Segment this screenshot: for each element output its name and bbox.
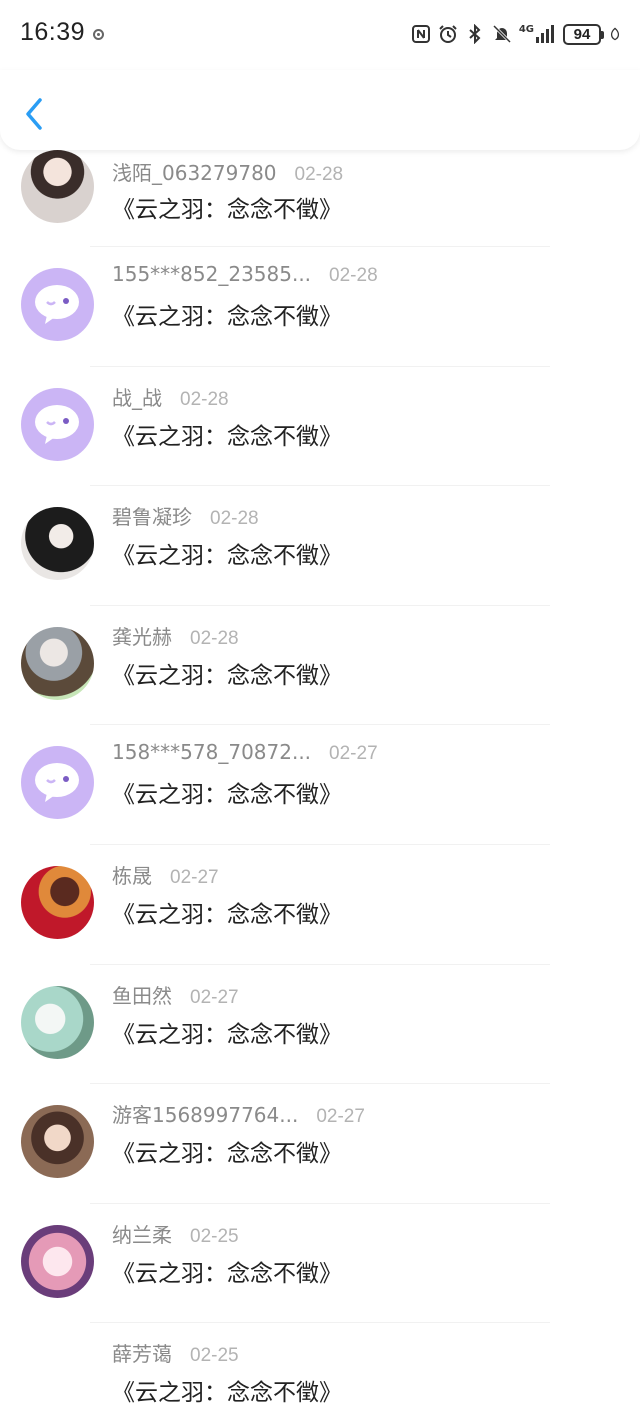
battery-level: 94 — [573, 25, 591, 43]
chat-bubble-icon — [35, 404, 79, 444]
mute-bell-icon — [492, 24, 511, 44]
avatar — [21, 865, 94, 939]
item-title: 《云之羽：念念不徵》 — [112, 1260, 342, 1287]
item-title: 《云之羽：念念不徵》 — [112, 662, 342, 689]
list-item[interactable]: 龚光赫 02-28 《云之羽：念念不徵》 — [0, 606, 640, 726]
user-list: 浅陌_063279780 02-28 《云之羽：念念不徵》 155***852_… — [0, 150, 640, 1423]
item-meta: 栋晟 02-27 — [112, 860, 219, 889]
item-title: 《云之羽：念念不徵》 — [112, 197, 342, 223]
list-item[interactable]: 薛芳蔼 02-25 《云之羽：念念不徵》 — [0, 1323, 640, 1423]
user-name: 155***852_23585... — [112, 262, 312, 286]
user-name: 战_战 — [112, 385, 162, 410]
item-meta: 碧鲁凝珍 02-28 — [112, 501, 259, 530]
signal-icon — [536, 25, 554, 43]
item-meta: 鱼田然 02-27 — [112, 980, 239, 1009]
user-name: 栋晟 — [112, 863, 152, 888]
item-title: 《云之羽：念念不徵》 — [112, 1021, 342, 1048]
battery-indicator: 94 — [563, 23, 604, 45]
status-bar: 16:39 4G 94 — [0, 0, 640, 70]
item-date: 02-28 — [329, 265, 378, 286]
chat-bubble-icon — [35, 763, 79, 803]
item-date: 02-28 — [190, 627, 239, 649]
status-icons: 4G 94 — [411, 20, 622, 48]
item-meta: 纳兰柔 02-25 — [112, 1219, 239, 1248]
default-avatar — [21, 268, 94, 341]
location-indicator-icon — [93, 29, 104, 40]
list-item[interactable]: 战_战 02-28 《云之羽：念念不徵》 — [0, 367, 640, 487]
item-title: 《云之羽：念念不徵》 — [112, 1380, 342, 1407]
list-item[interactable]: 155***852_23585... 02-28 《云之羽：念念不徵》 — [0, 247, 640, 367]
back-arrow-icon[interactable] — [20, 94, 50, 134]
list-item[interactable]: 碧鲁凝珍 02-28 《云之羽：念念不徵》 — [0, 486, 640, 606]
top-nav-bar — [0, 70, 640, 150]
nfc-icon — [411, 25, 430, 43]
item-title: 《云之羽：念念不徵》 — [112, 901, 342, 928]
item-date: 02-27 — [170, 866, 219, 888]
list-item[interactable]: 158***578_70872... 02-27 《云之羽：念念不徵》 — [0, 725, 640, 845]
item-meta: 游客1568997764... 02-27 — [112, 1099, 365, 1128]
avatar — [21, 507, 94, 581]
item-meta: 浅陌_063279780 02-28 — [112, 157, 343, 186]
item-date: 02-25 — [190, 1225, 239, 1247]
user-name: 龚光赫 — [112, 624, 172, 649]
user-name: 游客1568997764... — [112, 1103, 299, 1128]
item-title: 《云之羽：念念不徵》 — [112, 782, 342, 809]
list-item[interactable]: 浅陌_063279780 02-28 《云之羽：念念不徵》 — [0, 150, 640, 247]
item-date: 02-27 — [329, 743, 378, 765]
user-name: 碧鲁凝珍 — [112, 505, 192, 530]
signal-group: 4G — [519, 25, 556, 43]
avatar — [21, 1224, 94, 1298]
item-meta: 战_战 02-28 — [112, 382, 229, 411]
list-item[interactable]: 纳兰柔 02-25 《云之羽：念念不徵》 — [0, 1204, 640, 1324]
item-meta: 158***578_70872... 02-27 — [112, 740, 378, 765]
item-date: 02-28 — [294, 164, 344, 185]
list-item[interactable]: 栋晟 02-27 《云之羽：念念不徵》 — [0, 845, 640, 965]
item-date: 02-28 — [210, 508, 259, 530]
leaf-icon — [610, 27, 620, 41]
item-title: 《云之羽：念念不徵》 — [112, 304, 342, 330]
item-date: 02-27 — [316, 1106, 365, 1128]
chat-bubble-icon — [35, 285, 79, 324]
avatar — [21, 626, 94, 700]
default-avatar — [21, 387, 94, 461]
item-title: 《云之羽：念念不徵》 — [112, 1141, 342, 1168]
user-name: 鱼田然 — [112, 983, 172, 1008]
alarm-icon — [439, 25, 457, 43]
item-meta: 龚光赫 02-28 — [112, 621, 239, 650]
bluetooth-icon — [469, 24, 481, 44]
status-time: 16:39 — [20, 18, 86, 46]
list-item[interactable]: 游客1568997764... 02-27 《云之羽：念念不徵》 — [0, 1084, 640, 1204]
avatar — [21, 985, 94, 1059]
item-date: 02-25 — [190, 1345, 239, 1367]
item-meta: 155***852_23585... 02-28 — [112, 262, 378, 287]
item-date: 02-28 — [180, 388, 229, 410]
network-type: 4G — [518, 24, 534, 35]
item-title: 《云之羽：念念不徵》 — [112, 423, 342, 450]
item-title: 《云之羽：念念不徵》 — [112, 543, 342, 570]
list-item[interactable]: 鱼田然 02-27 《云之羽：念念不徵》 — [0, 965, 640, 1085]
item-date: 02-27 — [190, 986, 239, 1008]
user-name: 158***578_70872... — [112, 740, 312, 765]
item-meta: 薛芳蔼 02-25 — [112, 1338, 239, 1367]
user-name: 薛芳蔼 — [112, 1342, 172, 1367]
avatar — [21, 1105, 94, 1179]
user-name: 纳兰柔 — [112, 1222, 172, 1247]
user-name: 浅陌_063279780 — [112, 161, 277, 185]
default-avatar — [21, 746, 94, 820]
avatar — [21, 150, 94, 223]
